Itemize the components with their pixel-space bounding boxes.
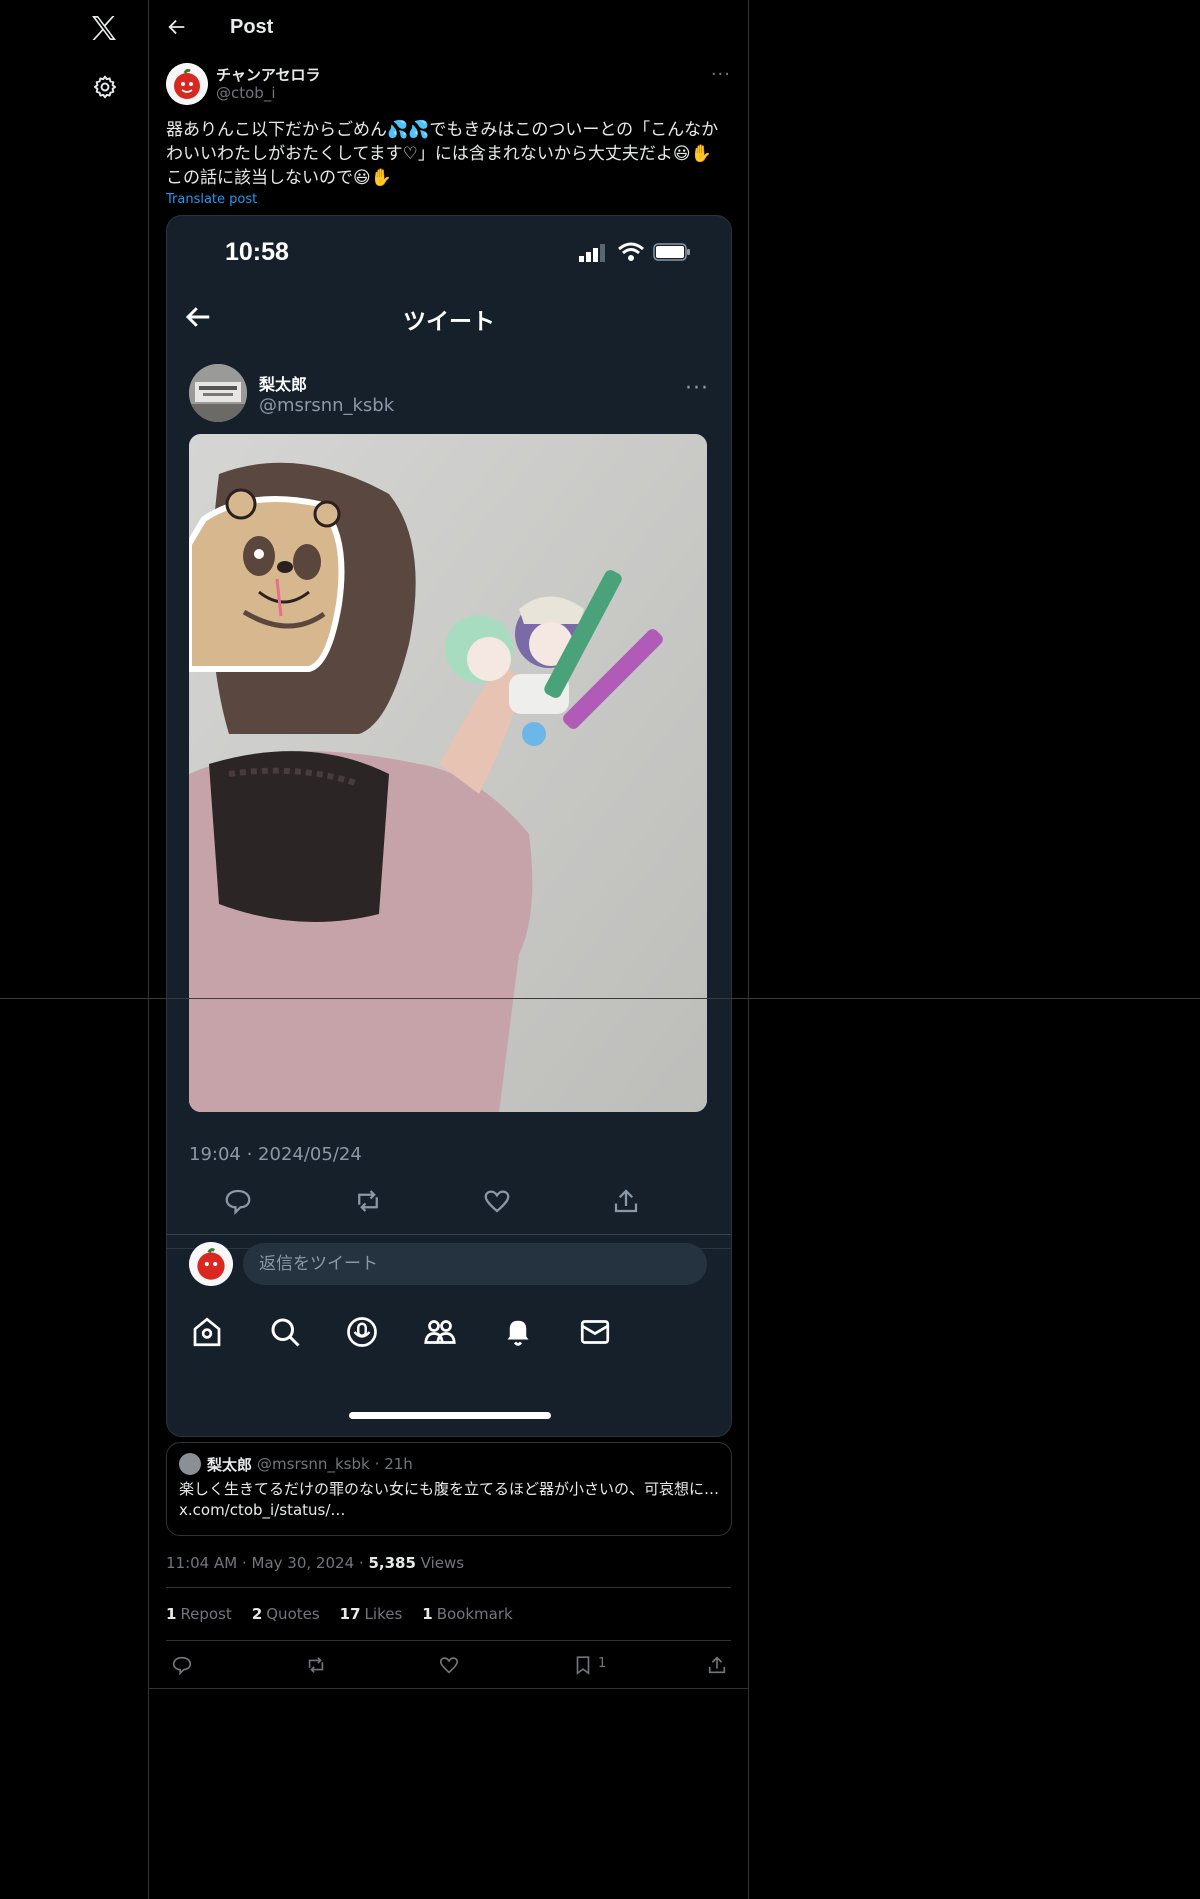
post-time[interactable]: 11:04 AM (166, 1554, 237, 1572)
home-indicator (349, 1412, 551, 1419)
quoted-author-name: 梨太郎 (207, 1455, 253, 1474)
status-time: 10:58 (225, 238, 289, 266)
stat-likes[interactable]: 17 Likes (340, 1605, 403, 1623)
quoted-post[interactable]: 梨太郎 @msrsnn_ksbk · 21h 楽しく生きてるだけの罪のない女にも… (166, 1442, 732, 1536)
action-bar: 1 (149, 1641, 748, 1689)
photo-illustration (189, 434, 707, 1112)
post-author[interactable]: チャンアセロラ @ctob_i (166, 54, 731, 114)
stat-label: Likes (364, 1605, 403, 1623)
quoted-post-age: · 21h (374, 1455, 413, 1473)
phone-nav-bar (167, 1314, 731, 1364)
stat-reposts[interactable]: 1 Repost (166, 1605, 232, 1623)
screenshot-author-name: 梨太郎 (259, 374, 308, 394)
bell-icon (507, 1320, 529, 1346)
battery-icon (653, 243, 690, 261)
screenshot-reply-row: 返信をツイート (189, 1242, 707, 1286)
post-meta: 11:04 AM · May 30, 2024 · 5,385 Views (166, 1554, 731, 1588)
more-options-icon[interactable]: ··· (711, 64, 731, 85)
stat-label: Bookmark (436, 1605, 513, 1623)
gear-icon[interactable] (92, 74, 118, 100)
divider (167, 1234, 731, 1235)
top-bar: Post (149, 0, 748, 54)
screenshot-action-bar (167, 1186, 731, 1226)
left-rail (0, 0, 149, 1899)
retweet-icon (358, 1190, 378, 1212)
spaces-icon (347, 1317, 377, 1347)
stat-count: 1 (422, 1605, 433, 1623)
post-text: 器ありんこ以下だからごめん💦💦でもきみはこのついーとの「こんなかわいいわたしがお… (166, 120, 719, 188)
apple-character-icon (166, 63, 208, 105)
reply-icon[interactable] (171, 1654, 193, 1676)
screenshot-author-handle: @msrsnn_ksbk (259, 394, 395, 416)
reply-input: 返信をツイート (243, 1243, 707, 1285)
avatar[interactable] (166, 63, 208, 105)
stat-count: 1 (166, 1605, 177, 1623)
stat-quotes[interactable]: 2 Quotes (252, 1605, 320, 1623)
engagement-stats: 1 Repost 2 Quotes 17 Likes 1 Bookmark (166, 1588, 731, 1641)
avatar (179, 1453, 201, 1475)
avatar-photo-icon (189, 364, 247, 422)
separator: · (241, 1554, 252, 1572)
bookmark-count: 1 (598, 1656, 607, 1671)
page-title: Post (230, 15, 274, 38)
share-icon[interactable] (706, 1654, 728, 1676)
apple-character-icon (189, 1242, 233, 1286)
stat-label: Repost (180, 1605, 232, 1623)
screenshot-title: ツイート (403, 309, 495, 335)
mail-icon (580, 1320, 610, 1344)
post-date[interactable]: May 30, 2024 (252, 1554, 355, 1572)
divider (0, 998, 1200, 999)
attached-screenshot-image[interactable]: 10:58 ツイート 梨太郎 @msrsnn_ksbk ··· 19:04 · … (166, 215, 732, 1437)
home-icon (193, 1317, 221, 1347)
stat-label: Quotes (266, 1605, 320, 1623)
phone-status-bar: 10:58 (167, 238, 731, 268)
wifi-icon (618, 242, 644, 261)
communities-icon (424, 1320, 456, 1344)
repost-icon[interactable] (305, 1654, 327, 1676)
reply-icon (225, 1189, 251, 1215)
share-icon (614, 1189, 638, 1213)
display-name[interactable]: チャンアセロラ (216, 66, 321, 84)
separator: · (358, 1554, 369, 1572)
user-handle[interactable]: @ctob_i (216, 84, 321, 102)
stat-bookmarks: 1 Bookmark (422, 1605, 512, 1623)
search-icon (271, 1318, 300, 1347)
avatar (189, 364, 247, 422)
post: チャンアセロラ @ctob_i ··· 器ありんこ以下だからごめん💦💦でもきみは… (149, 54, 748, 1689)
stat-count: 17 (339, 1605, 361, 1623)
avatar (189, 1242, 233, 1286)
main-column: Post チャンアセロラ @ctob_i ··· 器ありんこ以下だからごめん💦💦… (149, 0, 749, 1899)
back-arrow-icon[interactable] (166, 16, 188, 38)
quoted-post-text: 楽しく生きてるだけの罪のない女にも腹を立てるほど器が小さいの、可哀想に… (179, 1480, 719, 1498)
heart-icon (484, 1190, 510, 1213)
views-count: 5,385 (368, 1554, 416, 1572)
bookmark-icon[interactable] (572, 1654, 594, 1676)
quoted-author-handle: @msrsnn_ksbk (257, 1455, 370, 1473)
views-label: Views (420, 1554, 465, 1572)
translate-post-link[interactable]: Translate post (166, 192, 731, 207)
quoted-post-link: x.com/ctob_i/status/… (179, 1501, 346, 1519)
tweet-photo (189, 434, 707, 1112)
heart-icon[interactable] (438, 1654, 460, 1676)
screenshot-author: 梨太郎 @msrsnn_ksbk (189, 364, 394, 422)
stat-count: 2 (251, 1605, 263, 1623)
x-logo-icon[interactable] (88, 12, 120, 44)
signal-icon (579, 244, 605, 262)
screenshot-date: 19:04 · 2024/05/24 (189, 1144, 362, 1165)
more-options-icon: ··· (685, 376, 709, 401)
